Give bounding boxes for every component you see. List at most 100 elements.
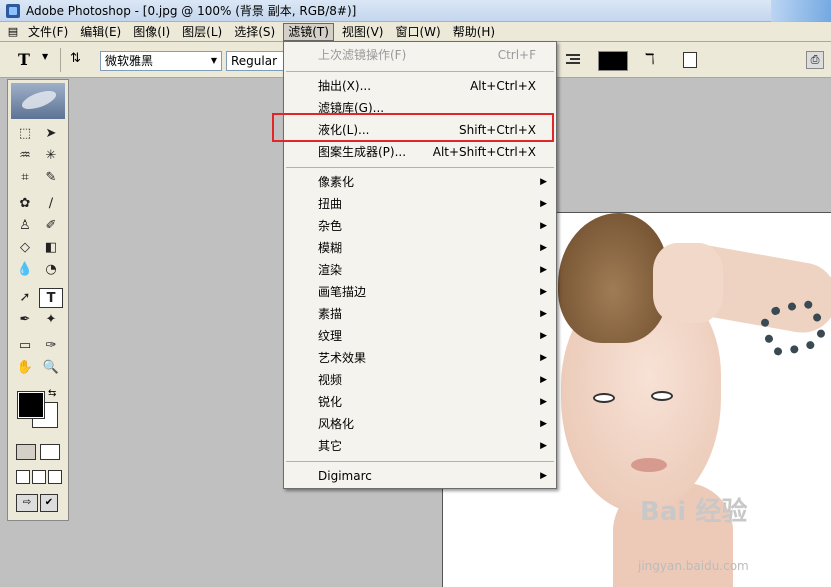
notes-tool-icon[interactable]: ▭ <box>13 336 37 356</box>
eraser-tool-icon[interactable]: ◇ <box>13 238 37 258</box>
filter-item-extract[interactable]: 抽出(X)... Alt+Ctrl+X <box>284 75 556 97</box>
filter-item-blur[interactable]: 模糊 ▶ <box>284 237 556 259</box>
zoom-tool-icon[interactable]: 🔍 <box>39 358 63 378</box>
menu-edit[interactable]: 编辑(E) <box>76 23 125 41</box>
filter-item-other[interactable]: 其它 ▶ <box>284 435 556 457</box>
menu-item-label: 视频 <box>318 373 343 387</box>
jump-to-imageready-icon[interactable]: ⇨ <box>16 494 38 512</box>
filter-item-texture[interactable]: 纹理 ▶ <box>284 325 556 347</box>
dodge-tool-icon[interactable]: ◔ <box>39 260 63 280</box>
filter-item-distort[interactable]: 扭曲 ▶ <box>284 193 556 215</box>
foreground-color-swatch[interactable] <box>17 391 45 419</box>
photo-lips <box>631 458 667 472</box>
lasso-tool-icon[interactable]: ♒ <box>13 146 37 166</box>
clone-stamp-icon[interactable]: ♙ <box>13 216 37 236</box>
magic-wand-icon[interactable]: ✳ <box>39 146 63 166</box>
menu-help[interactable]: 帮助(H) <box>449 23 499 41</box>
menu-file[interactable]: 文件(F) <box>24 23 72 41</box>
warp-text-icon[interactable]: ℸ <box>645 50 655 68</box>
menu-item-label: 其它 <box>318 439 343 453</box>
menu-separator <box>286 71 554 72</box>
font-family-value: 微软雅黑 <box>105 54 154 68</box>
submenu-arrow-icon: ▶ <box>540 419 547 429</box>
healing-brush-icon[interactable]: ✿ <box>13 194 37 214</box>
submenu-arrow-icon: ▶ <box>540 471 547 481</box>
pen-tool-icon[interactable]: ✒ <box>13 310 37 330</box>
filter-item-pixelate[interactable]: 像素化 ▶ <box>284 171 556 193</box>
align-right-icon[interactable] <box>566 54 580 66</box>
screen-mode-full-icon[interactable] <box>48 470 62 484</box>
menu-item-label: 像素化 <box>318 175 355 189</box>
menu-image[interactable]: 图像(I) <box>129 23 174 41</box>
baidu-watermark: Bai 经验 <box>640 497 748 527</box>
filter-item-digimarc[interactable]: Digimarc ▶ <box>284 465 556 487</box>
character-palette-icon[interactable] <box>683 52 697 68</box>
eyedropper-icon[interactable]: ✑ <box>39 336 63 356</box>
submenu-arrow-icon: ▶ <box>540 177 547 187</box>
filter-item-noise[interactable]: 杂色 ▶ <box>284 215 556 237</box>
screen-mode-full-menu-icon[interactable] <box>32 470 46 484</box>
brush-tool-icon[interactable]: ∕ <box>39 194 63 214</box>
submenu-arrow-icon: ▶ <box>540 331 547 341</box>
text-tool-preset-icon[interactable]: T <box>18 50 30 69</box>
path-selection-icon[interactable]: ➚ <box>13 288 37 308</box>
submenu-arrow-icon: ▶ <box>540 221 547 231</box>
custom-shape-icon[interactable]: ✦ <box>39 310 63 330</box>
filter-item-sketch[interactable]: 素描 ▶ <box>284 303 556 325</box>
filter-menu-dropdown: 上次滤镜操作(F) Ctrl+F 抽出(X)... Alt+Ctrl+X 滤镜库… <box>283 41 557 489</box>
submenu-arrow-icon: ▶ <box>540 199 547 209</box>
menu-item-label: 杂色 <box>318 219 343 233</box>
menu-select[interactable]: 选择(S) <box>230 23 279 41</box>
submenu-arrow-icon: ▶ <box>540 309 547 319</box>
check-icon[interactable]: ✔ <box>40 494 58 512</box>
feather-logo[interactable] <box>11 83 65 119</box>
screen-mode-standard-icon[interactable] <box>16 470 30 484</box>
submenu-arrow-icon: ▶ <box>540 353 547 363</box>
crop-tool-icon[interactable]: ⌗ <box>13 168 37 188</box>
submenu-arrow-icon: ▶ <box>540 397 547 407</box>
slice-tool-icon[interactable]: ✎ <box>39 168 63 188</box>
type-tool-icon[interactable]: T <box>39 288 63 308</box>
menu-item-shortcut: Alt+Ctrl+X <box>470 79 536 93</box>
menu-item-shortcut: Ctrl+F <box>497 48 536 62</box>
menu-item-label: 扭曲 <box>318 197 343 211</box>
submenu-arrow-icon: ▶ <box>540 265 547 275</box>
filter-item-pattern-maker[interactable]: 图案生成器(P)... Alt+Shift+Ctrl+X <box>284 141 556 163</box>
gradient-tool-icon[interactable]: ◧ <box>39 238 63 258</box>
menu-separator <box>286 167 554 168</box>
text-orientation-icon[interactable]: ⇅ <box>70 51 81 66</box>
photo-eye-right <box>651 391 673 401</box>
filter-item-video[interactable]: 视频 ▶ <box>284 369 556 391</box>
menu-filter[interactable]: 滤镜(T) <box>283 22 334 41</box>
hand-tool-icon[interactable]: ✋ <box>13 358 37 378</box>
filter-item-render[interactable]: 渲染 ▶ <box>284 259 556 281</box>
filter-item-artistic[interactable]: 艺术效果 ▶ <box>284 347 556 369</box>
quick-mask-button[interactable] <box>40 444 60 460</box>
swap-colors-icon[interactable]: ⇆ <box>48 388 56 399</box>
photo-hand <box>653 243 723 323</box>
font-family-select[interactable]: 微软雅黑 ▼ <box>100 51 222 71</box>
move-tool-icon[interactable]: ➤ <box>39 124 63 144</box>
submenu-arrow-icon: ▶ <box>540 243 547 253</box>
filter-item-sharpen[interactable]: 锐化 ▶ <box>284 391 556 413</box>
tool-preset-dropdown-icon[interactable]: ▼ <box>42 52 48 61</box>
menu-item-label: 上次滤镜操作(F) <box>318 48 407 62</box>
menu-item-label: 风格化 <box>318 417 355 431</box>
menu-view[interactable]: 视图(V) <box>338 23 388 41</box>
menu-item-shortcut: Alt+Shift+Ctrl+X <box>432 145 536 159</box>
filter-item-last-filter[interactable]: 上次滤镜操作(F) Ctrl+F <box>284 44 556 66</box>
menu-window[interactable]: 窗口(W) <box>391 23 444 41</box>
standard-mode-button[interactable] <box>16 444 36 460</box>
history-brush-icon[interactable]: ✐ <box>39 216 63 236</box>
menu-layer[interactable]: 图层(L) <box>178 23 226 41</box>
document-menu-icon[interactable]: ▤ <box>4 24 22 40</box>
palette-well-icon[interactable]: ⎙ <box>806 51 824 69</box>
filter-item-stylize[interactable]: 风格化 ▶ <box>284 413 556 435</box>
font-style-select[interactable]: Regular <box>226 51 284 71</box>
marquee-tool-icon[interactable]: ⬚ <box>13 124 37 144</box>
menu-item-label: 画笔描边 <box>318 285 367 299</box>
blur-tool-icon[interactable]: 💧 <box>13 260 37 280</box>
filter-item-brush-strokes[interactable]: 画笔描边 ▶ <box>284 281 556 303</box>
text-color-swatch[interactable] <box>598 51 628 71</box>
title-bar: Adobe Photoshop - [0.jpg @ 100% (背景 副本, … <box>0 0 831 22</box>
